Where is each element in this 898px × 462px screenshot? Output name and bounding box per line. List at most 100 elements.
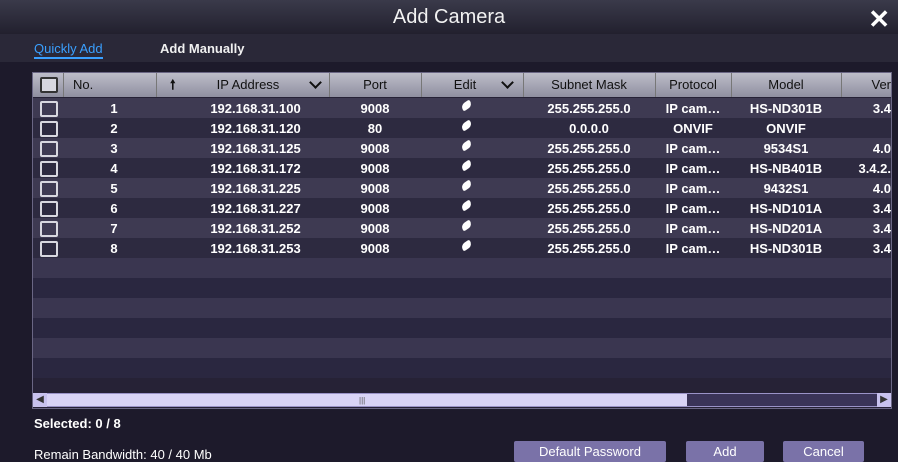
row-checkbox[interactable] xyxy=(40,221,58,237)
header-model[interactable]: Model xyxy=(731,77,841,92)
cell-subnet: 255.255.255.0 xyxy=(547,141,631,156)
cell-protocol: IP cam… xyxy=(665,201,721,216)
edit-pencil-icon[interactable] xyxy=(459,179,474,192)
header-protocol[interactable]: Protocol xyxy=(655,77,731,92)
edit-pencil-icon[interactable] xyxy=(459,159,474,172)
cell-port: 9008 xyxy=(360,161,390,176)
edit-pencil-icon[interactable] xyxy=(459,199,474,212)
header-version[interactable]: Ver xyxy=(843,77,891,92)
row-checkbox[interactable] xyxy=(40,181,58,197)
header-no[interactable]: No. xyxy=(73,77,115,92)
cell-ip: 192.168.31.252 xyxy=(210,221,301,236)
tab-quickly-add[interactable]: Quickly Add xyxy=(34,41,103,59)
header-subnet-mask[interactable]: Subnet Mask xyxy=(523,77,655,92)
tab-add-manually[interactable]: Add Manually xyxy=(160,41,245,56)
table-row[interactable]: 5 192.168.31.225 9008 255.255.255.0 IP cam… 9… xyxy=(33,178,891,198)
cell-port: 9008 xyxy=(360,141,390,156)
scroll-left-icon[interactable]: ◀ xyxy=(33,393,47,407)
cell-no: 1 xyxy=(110,101,118,116)
cell-port: 9008 xyxy=(360,241,390,256)
cell-port: 80 xyxy=(367,121,383,136)
cell-model: HS-NB401B xyxy=(749,161,823,176)
row-checkbox[interactable] xyxy=(40,121,58,137)
edit-pencil-icon[interactable] xyxy=(459,99,474,112)
edit-chevron-down-icon[interactable] xyxy=(493,76,514,95)
header-ip-address[interactable]: IP Address xyxy=(183,77,313,92)
default-password-button[interactable]: Default Password xyxy=(514,441,666,462)
empty-row xyxy=(33,298,891,318)
scroll-right-icon[interactable]: ▶ xyxy=(877,393,891,407)
cell-ip: 192.168.31.253 xyxy=(210,241,301,256)
cell-port: 9008 xyxy=(360,101,390,116)
cell-version: 3.4.2. xyxy=(858,161,891,176)
empty-row xyxy=(33,318,891,338)
cell-protocol: IP cam… xyxy=(665,181,721,196)
cell-ip: 192.168.31.120 xyxy=(210,121,301,136)
table-row[interactable]: 4 192.168.31.172 9008 255.255.255.0 IP cam… H… xyxy=(33,158,891,178)
table-header: No. 🠕 IP Address Port Edit Subnet Mask P… xyxy=(33,73,891,97)
sort-ascending-icon[interactable]: 🠕 xyxy=(170,76,176,98)
scrollbar-track[interactable] xyxy=(687,394,877,406)
cell-protocol: ONVIF xyxy=(673,121,713,136)
cell-model: HS-ND301B xyxy=(749,101,823,116)
row-checkbox[interactable] xyxy=(40,161,58,177)
table-row[interactable]: 1 192.168.31.100 9008 255.255.255.0 IP cam… H… xyxy=(33,98,891,118)
cell-protocol: IP cam… xyxy=(665,241,721,256)
row-checkbox[interactable] xyxy=(40,101,58,117)
cell-model: HS-ND101A xyxy=(749,201,823,216)
cell-protocol: IP cam… xyxy=(665,141,721,156)
edit-pencil-icon[interactable] xyxy=(459,219,474,232)
cell-ip: 192.168.31.100 xyxy=(210,101,301,116)
cell-ip: 192.168.31.125 xyxy=(210,141,301,156)
cancel-button[interactable]: Cancel xyxy=(783,441,864,462)
cell-model: 9432S1 xyxy=(763,181,809,196)
table-row[interactable]: 7 192.168.31.252 9008 255.255.255.0 IP cam… H… xyxy=(33,218,891,238)
grip-icon: ||| xyxy=(359,396,366,405)
cell-port: 9008 xyxy=(360,181,390,196)
selected-count: Selected: 0 / 8 xyxy=(34,416,121,431)
row-checkbox[interactable] xyxy=(40,141,58,157)
cell-version: 3.4 xyxy=(872,201,891,216)
edit-pencil-icon[interactable] xyxy=(459,239,474,252)
cell-version: 4.0 xyxy=(872,181,891,196)
remain-bandwidth: Remain Bandwidth: 40 / 40 Mb xyxy=(34,447,212,462)
scrollbar-thumb[interactable]: ||| xyxy=(47,394,687,406)
close-icon[interactable]: ✕ xyxy=(868,4,890,35)
cell-no: 2 xyxy=(110,121,118,136)
cell-subnet: 255.255.255.0 xyxy=(547,181,631,196)
row-checkbox[interactable] xyxy=(40,201,58,217)
table-row[interactable]: 3 192.168.31.125 9008 255.255.255.0 IP cam… 9… xyxy=(33,138,891,158)
edit-pencil-icon[interactable] xyxy=(459,119,474,132)
cell-no: 6 xyxy=(110,201,118,216)
cell-ip: 192.168.31.172 xyxy=(210,161,301,176)
cell-version: 4.0 xyxy=(872,141,891,156)
row-checkbox[interactable] xyxy=(40,241,58,257)
select-all-checkbox[interactable] xyxy=(40,77,58,93)
tab-bar: Quickly Add Add Manually xyxy=(0,34,898,62)
cell-protocol: IP cam… xyxy=(665,161,721,176)
table-row[interactable]: 6 192.168.31.227 9008 255.255.255.0 IP cam… H… xyxy=(33,198,891,218)
horizontal-scrollbar[interactable]: ◀ ||| ▶ xyxy=(33,393,891,407)
cell-ip: 192.168.31.227 xyxy=(210,201,301,216)
ip-filter-chevron-down-icon[interactable] xyxy=(301,76,322,95)
title-bar: Add Camera ✕ xyxy=(0,0,898,34)
table-row[interactable]: 8 192.168.31.253 9008 255.255.255.0 IP cam… H… xyxy=(33,238,891,258)
add-button[interactable]: Add xyxy=(686,441,764,462)
cell-subnet: 255.255.255.0 xyxy=(547,161,631,176)
edit-pencil-icon[interactable] xyxy=(459,139,474,152)
window-title: Add Camera xyxy=(392,6,506,28)
table-row[interactable]: 2 192.168.31.120 80 0.0.0.0 ONVIF ONVIF xyxy=(33,118,891,138)
cell-subnet: 255.255.255.0 xyxy=(547,201,631,216)
cell-port: 9008 xyxy=(360,201,390,216)
cell-subnet: 255.255.255.0 xyxy=(547,221,631,236)
cell-protocol: IP cam… xyxy=(665,101,721,116)
empty-row xyxy=(33,258,891,278)
cell-subnet: 255.255.255.0 xyxy=(547,241,631,256)
cell-no: 3 xyxy=(110,141,118,156)
cell-no: 4 xyxy=(110,161,118,176)
header-port[interactable]: Port xyxy=(329,77,421,92)
header-divider xyxy=(63,73,64,97)
header-divider xyxy=(841,73,842,97)
cell-subnet: 255.255.255.0 xyxy=(547,101,631,116)
cell-model: HS-ND201A xyxy=(749,221,823,236)
